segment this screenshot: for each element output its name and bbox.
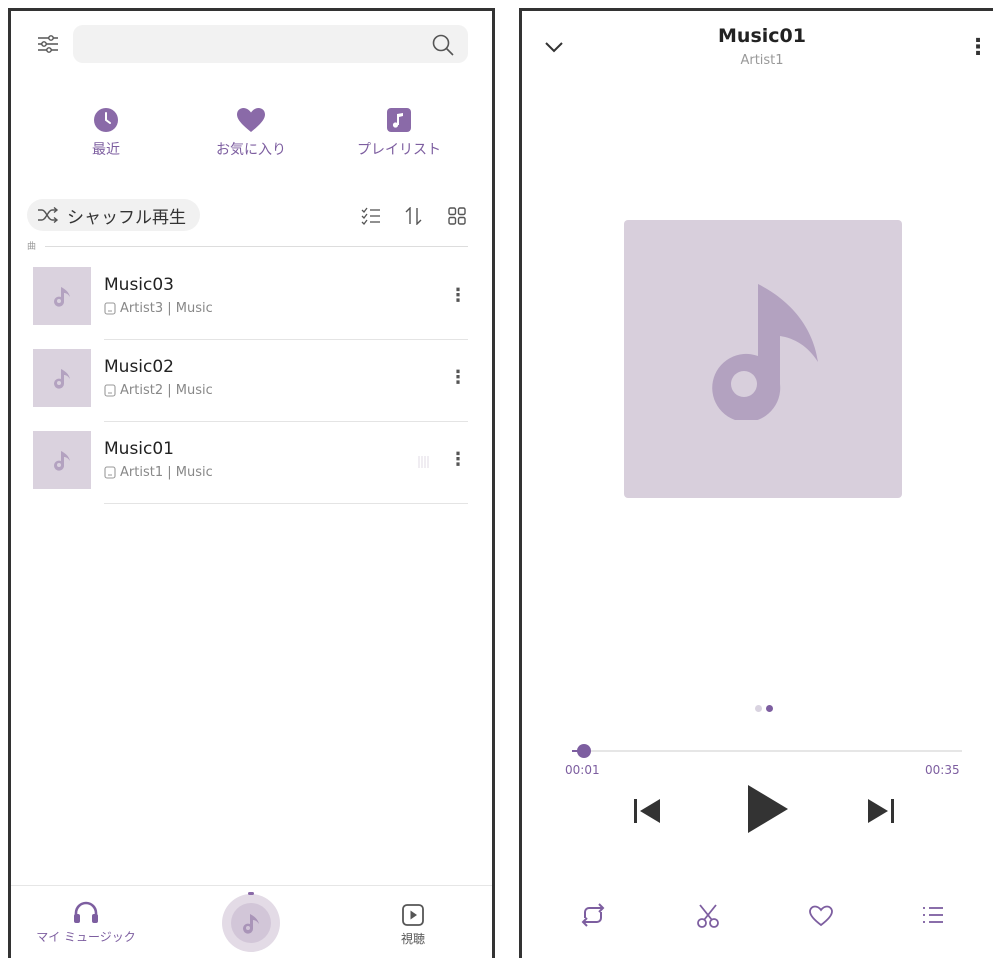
play-video-icon <box>402 904 424 926</box>
total-time: 00:35 <box>925 763 960 777</box>
heart-icon <box>237 108 265 132</box>
row-divider <box>104 503 468 504</box>
list-item[interactable]: Music02 Artist2 | Music ⋮ <box>11 349 491 431</box>
chevron-down-icon[interactable] <box>544 41 564 53</box>
category-label: プレイリスト <box>357 142 441 158</box>
category-playlist[interactable]: プレイリスト <box>344 107 454 159</box>
search-icon[interactable] <box>431 33 455 57</box>
list-item[interactable]: Music03 Artist3 | Music ⋮ <box>11 267 491 349</box>
row-divider <box>104 421 468 422</box>
section-divider <box>45 246 468 247</box>
more-options-icon[interactable]: ⋮ <box>449 449 467 470</box>
elapsed-time: 00:01 <box>565 763 600 777</box>
sort-icon[interactable] <box>405 207 423 225</box>
nav-my-music[interactable]: マイ ミュージック <box>31 900 141 945</box>
now-playing-button[interactable] <box>222 892 280 952</box>
more-options-icon[interactable]: ⋮ <box>449 285 467 306</box>
artist-name: Artist1 <box>740 53 784 68</box>
row-divider <box>104 339 468 340</box>
song-meta: Artist2 | Music <box>120 383 213 398</box>
song-title: Music01 <box>718 25 806 47</box>
list-item[interactable]: Music01 Artist1 | Music ⋮ <box>11 431 491 513</box>
song-subtitle: Artist1 | Music <box>104 465 213 480</box>
seek-bar[interactable] <box>572 744 962 758</box>
song-subtitle: Artist2 | Music <box>104 383 213 398</box>
shuffle-play-button[interactable]: シャッフル再生 <box>27 199 200 231</box>
search-input[interactable] <box>73 25 468 63</box>
headphones-icon <box>74 901 98 923</box>
song-thumbnail <box>33 431 91 489</box>
previous-icon[interactable] <box>632 797 662 825</box>
shuffle-label: シャッフル再生 <box>67 207 186 228</box>
grid-view-icon[interactable] <box>448 207 466 225</box>
nav-listen[interactable]: 視聴 <box>383 904 443 947</box>
nav-label: マイ ミュージック <box>36 930 136 944</box>
song-title: Music03 <box>104 275 175 295</box>
music-note-icon <box>54 369 70 389</box>
playlist-icon <box>387 108 411 132</box>
music-note-icon <box>243 914 259 934</box>
album-art <box>624 220 902 498</box>
filter-icon[interactable] <box>37 33 59 55</box>
now-playing-art <box>231 903 271 943</box>
category-label: お気に入り <box>216 142 286 158</box>
song-title: Music02 <box>104 357 175 377</box>
seek-thumb[interactable] <box>576 744 591 758</box>
shuffle-icon <box>38 207 59 223</box>
select-list-icon[interactable] <box>361 207 381 225</box>
song-title: Music01 <box>104 439 175 459</box>
heart-outline-icon[interactable] <box>808 905 834 927</box>
device-icon <box>104 302 116 315</box>
category-recent[interactable]: 最近 <box>51 107 161 159</box>
queue-list-icon[interactable] <box>922 905 944 925</box>
device-icon <box>104 466 116 479</box>
page-dot <box>755 705 762 712</box>
song-meta: Artist1 | Music <box>120 465 213 480</box>
play-icon[interactable] <box>746 783 790 835</box>
page-dot-active <box>766 705 773 712</box>
nav-label: 視聴 <box>400 932 425 946</box>
song-thumbnail <box>33 349 91 407</box>
next-icon[interactable] <box>866 797 896 825</box>
player-screen: Music01 Artist1 ⋮ 00:01 00:35 <box>519 8 993 958</box>
section-label: 曲 <box>27 242 37 252</box>
device-icon <box>104 384 116 397</box>
repeat-icon[interactable] <box>579 903 607 927</box>
clock-icon <box>94 108 118 132</box>
equalizer-icon <box>418 456 429 468</box>
progress-indicator <box>248 892 254 895</box>
library-screen: 最近 お気に入り プレイリスト シャッフル再生 曲 Music03 Artist… <box>8 8 495 958</box>
scissors-icon[interactable] <box>696 903 720 929</box>
song-subtitle: Artist3 | Music <box>104 301 213 316</box>
song-meta: Artist3 | Music <box>120 301 213 316</box>
more-options-icon[interactable]: ⋮ <box>449 367 467 388</box>
bottom-navigation: マイ ミュージック 視聴 <box>11 885 492 958</box>
category-favorites[interactable]: お気に入り <box>196 107 306 159</box>
music-note-icon <box>712 284 818 420</box>
more-options-icon[interactable]: ⋮ <box>967 35 989 60</box>
category-label: 最近 <box>92 142 120 158</box>
music-note-icon <box>54 451 70 471</box>
music-note-icon <box>54 287 70 307</box>
song-thumbnail <box>33 267 91 325</box>
